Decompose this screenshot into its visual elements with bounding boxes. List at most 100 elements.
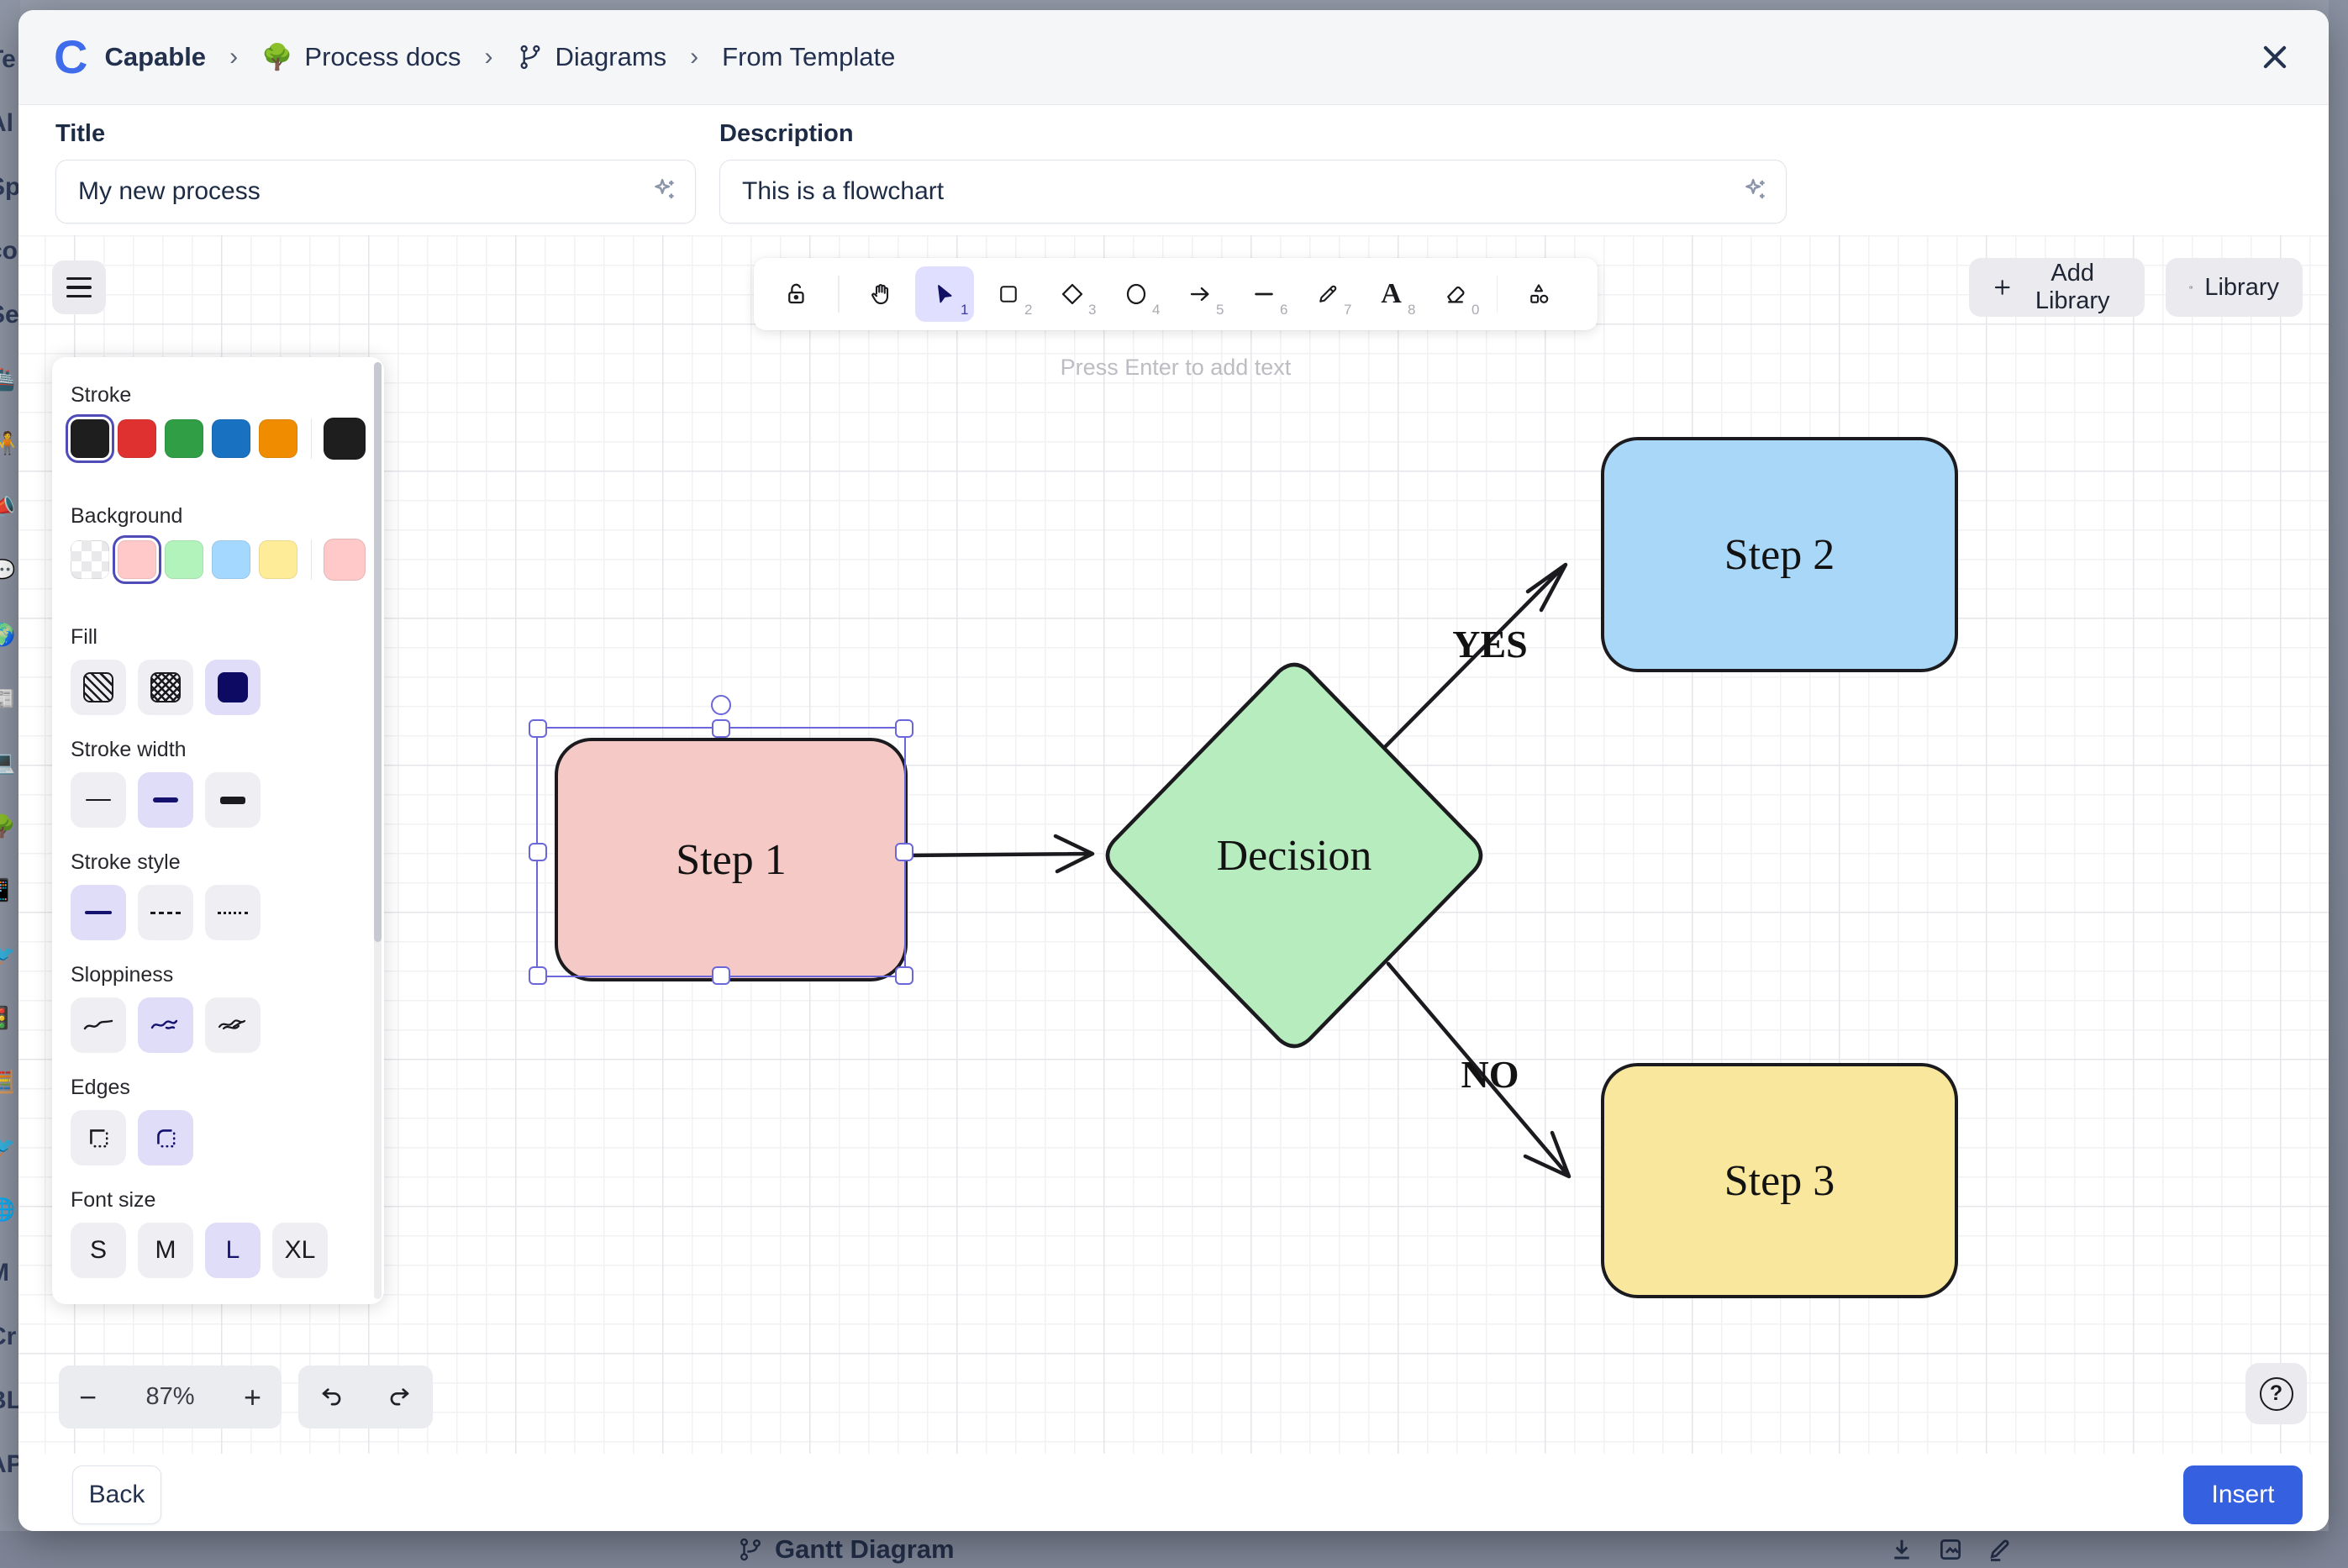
stroke-style-dashed-button[interactable] [138,885,193,940]
insert-button[interactable]: Insert [2183,1465,2303,1524]
abacus-emoji-icon: 🧮 [0,1069,16,1094]
sloppiness-architect-button[interactable] [71,997,126,1053]
flowchart-node-step3[interactable]: Step 3 [1601,1063,1958,1298]
breadcrumb-capable[interactable]: Capable [104,42,206,72]
eraser-tool-icon[interactable]: 0 [1426,266,1485,322]
rotate-handle[interactable] [711,695,731,715]
redo-icon[interactable] [386,1382,413,1412]
stroke-style-solid-button[interactable] [71,885,126,940]
edge-label-yes[interactable]: YES [1435,622,1545,666]
breadcrumb-diagrams[interactable]: Diagrams [517,42,667,72]
close-icon[interactable] [2250,32,2300,82]
arrow-tool-icon[interactable]: 5 [1171,266,1229,322]
traffic-light-emoji-icon: 🚦 [0,1005,16,1030]
hand-tool-icon[interactable] [851,266,910,322]
line-tool-icon[interactable]: 6 [1235,266,1293,322]
title-input[interactable] [55,160,696,224]
history-bar [298,1365,433,1429]
git-branch-icon [520,45,540,70]
background-color-blue[interactable] [211,540,250,579]
stroke-style-dotted-button[interactable] [205,885,261,940]
resize-handle-ne[interactable] [895,719,913,738]
background-current-color[interactable] [324,539,366,581]
edge-label-no[interactable]: NO [1435,1052,1545,1097]
back-button[interactable]: Back [72,1465,161,1524]
menu-hamburger-icon[interactable] [52,260,106,314]
chevron-right-icon: › [229,43,239,71]
font-size-m-button[interactable]: M [138,1223,193,1278]
draw-tool-icon[interactable]: 7 [1298,266,1357,322]
divider [310,418,313,459]
undo-icon[interactable] [319,1382,345,1412]
font-size-l-button[interactable]: L [205,1223,261,1278]
breadcrumb-label: Diagrams [555,42,667,71]
fill-solid-button[interactable] [205,660,261,715]
sparkles-ai-icon[interactable] [1741,176,1770,208]
tool-shortcut: 3 [1088,302,1097,318]
edges-round-button[interactable] [138,1110,193,1165]
fill-hachure-button[interactable] [71,660,126,715]
library-button[interactable]: Library [2166,258,2303,317]
stroke-width-thin-button[interactable] [71,772,126,828]
shapes-tool-icon[interactable] [1509,266,1568,322]
stroke-color-orange[interactable] [258,419,297,458]
resize-handle-nw[interactable] [529,719,547,738]
chevron-right-icon: › [690,43,699,71]
sloppiness-cartoonist-button[interactable] [205,997,261,1053]
selection-tool-icon[interactable]: 1 [914,266,974,322]
lock-icon[interactable] [767,266,826,322]
drawing-canvas[interactable]: 1 2 3 4 5 6 7 A 8 0 Press Enter to add t… [18,235,2329,1454]
resize-handle-w[interactable] [529,843,547,861]
backdrop-text: Se [0,301,19,329]
sloppiness-row [71,997,366,1053]
stroke-current-color[interactable] [324,418,366,460]
resize-handle-se[interactable] [895,966,913,985]
help-button[interactable]: ? [2245,1363,2307,1424]
background-color-transparent[interactable] [71,540,109,579]
background-color-pink[interactable] [112,535,161,584]
tool-shortcut: 6 [1280,302,1288,318]
flowchart-node-decision[interactable]: Decision [1099,658,1489,1053]
resize-handle-e[interactable] [895,843,913,861]
zoom-level[interactable]: 87% [145,1383,194,1411]
text-tool-icon[interactable]: A 8 [1362,266,1421,322]
sloppiness-artist-button[interactable] [138,997,193,1053]
background-color-green[interactable] [164,540,203,579]
resize-handle-n[interactable] [712,719,730,738]
panel-scrollbar-thumb[interactable] [374,362,382,942]
breadcrumb-process-docs[interactable]: 🌳 Process docs [261,42,461,72]
stroke-width-extrabold-button[interactable] [205,772,261,828]
font-size-row: S M L XL [71,1223,366,1278]
stroke-color-black[interactable] [66,414,114,463]
backdrop-right-strip [2329,0,2348,1568]
edges-sharp-button[interactable] [71,1110,126,1165]
sparkles-ai-icon[interactable] [650,176,679,208]
font-size-s-button[interactable]: S [71,1223,126,1278]
description-input[interactable] [719,160,1787,224]
resize-handle-s[interactable] [712,966,730,985]
tool-shortcut: 1 [961,302,969,318]
edit-icon [1990,1539,2009,1561]
ellipse-tool-icon[interactable]: 4 [1107,266,1166,322]
background-color-yellow[interactable] [258,540,297,579]
diamond-tool-icon[interactable]: 3 [1043,266,1102,322]
rectangle-tool-icon[interactable]: 2 [979,266,1038,322]
stroke-color-red[interactable] [117,419,156,458]
zoom-in-button[interactable]: + [244,1381,261,1413]
flowchart-node-step2[interactable]: Step 2 [1601,437,1958,672]
font-size-xl-button[interactable]: XL [272,1223,328,1278]
stroke-color-blue[interactable] [211,419,250,458]
title-label: Title [55,120,106,147]
download-icon [1894,1539,1909,1560]
divider [310,539,313,580]
fill-crosshatch-button[interactable] [138,660,193,715]
add-library-button[interactable]: Add Library [1969,258,2145,317]
stroke-width-bold-button[interactable] [138,772,193,828]
node-label: Step 2 [1724,530,1835,579]
zoom-out-button[interactable]: − [79,1381,97,1413]
resize-handle-sw[interactable] [529,966,547,985]
stroke-color-green[interactable] [164,419,203,458]
people-emoji-icon: 🧑‍🤝‍🧑 [0,430,16,455]
tool-shortcut: 0 [1471,302,1480,318]
fill-options-row [71,660,366,715]
